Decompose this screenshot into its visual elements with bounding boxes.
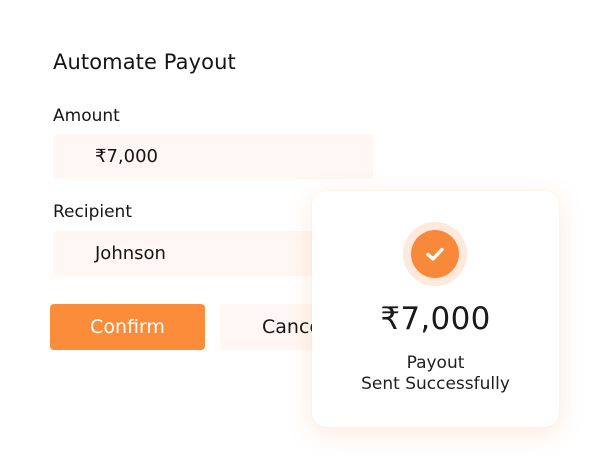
toast-message-line2: Sent Successfully [361,374,510,394]
check-circle [411,230,459,278]
toast-message-line1: Payout [406,353,465,373]
page-title: Automate Payout [53,50,236,74]
amount-label: Amount [53,106,120,126]
recipient-field[interactable]: Johnson [53,231,313,276]
confirm-button[interactable]: Confirm [50,304,205,350]
recipient-value: Johnson [95,243,166,264]
check-icon [426,247,444,261]
recipient-label: Recipient [53,202,132,222]
amount-field[interactable]: ₹7,000 [53,134,373,179]
amount-value: ₹7,000 [95,146,158,167]
check-badge [403,222,467,286]
toast-amount: ₹7,000 [380,301,491,337]
success-toast: ₹7,000 Payout Sent Successfully [312,191,559,427]
cancel-button[interactable]: Cancel [220,304,325,350]
